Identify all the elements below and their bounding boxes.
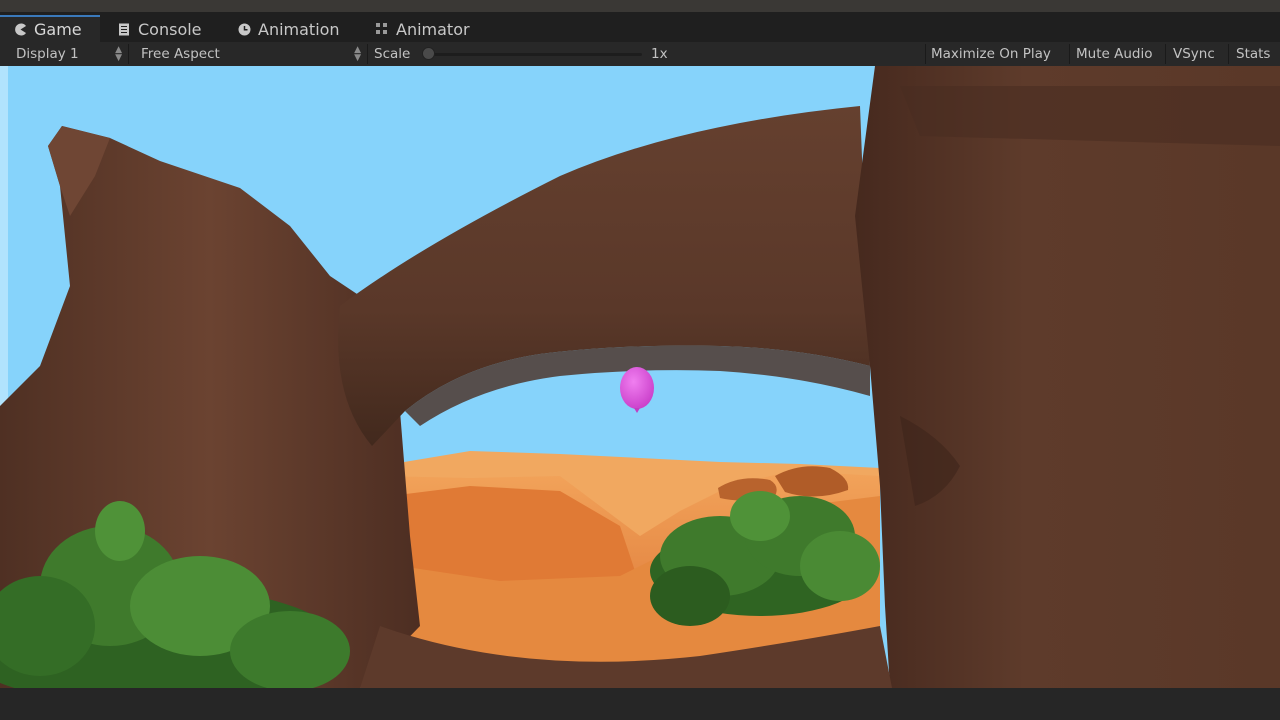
tab-bar: Game Console Animation Animator (0, 12, 1280, 42)
toolbar-divider (1165, 44, 1166, 64)
vsync-toggle[interactable]: VSync (1173, 42, 1215, 66)
scale-label-text: Scale (374, 46, 411, 62)
game-view-toolbar: Display 1 ▲ ▼ Free Aspect ▲ ▼ Scale 1x Max… (0, 42, 1280, 67)
sky-edge-glow (0, 66, 8, 406)
maximize-on-play-label: Maximize On Play (931, 46, 1051, 62)
display-value: Display 1 (16, 46, 79, 62)
right-rock-pillar (855, 66, 1280, 688)
toolbar-divider (1069, 44, 1070, 64)
toolbar-divider (1228, 44, 1229, 64)
toolbar-divider (925, 44, 926, 64)
tab-console[interactable]: Console (116, 16, 202, 42)
tab-console-label: Console (138, 19, 202, 39)
maximize-on-play-toggle[interactable]: Maximize On Play (931, 42, 1051, 66)
scale-label: Scale (374, 42, 410, 66)
tab-game[interactable]: Game (0, 15, 100, 42)
tab-animation-label: Animation (258, 19, 340, 39)
right-rock-top-shade (900, 86, 1280, 146)
stats-toggle[interactable]: Stats (1236, 42, 1270, 66)
dropdown-arrows-icon: ▲ ▼ (115, 45, 122, 63)
tab-animator[interactable]: Animator (374, 16, 470, 42)
scale-value: 1x (651, 42, 668, 66)
mute-audio-label: Mute Audio (1076, 46, 1153, 62)
tab-animator-label: Animator (396, 19, 470, 39)
bottom-status-bar (0, 688, 1280, 720)
game-viewport[interactable] (0, 66, 1280, 688)
tab-game-label: Game (34, 20, 82, 39)
clock-icon (236, 21, 252, 37)
console-icon (116, 21, 132, 37)
scale-slider-track[interactable] (430, 53, 642, 56)
animator-icon (374, 21, 390, 37)
stats-label: Stats (1236, 46, 1271, 62)
vsync-label: VSync (1173, 46, 1215, 62)
toolbar-divider (367, 44, 368, 64)
toolbar-divider (128, 44, 129, 64)
dropdown-arrows-icon: ▲ ▼ (354, 45, 361, 63)
pacman-icon (12, 22, 28, 38)
tab-animation[interactable]: Animation (236, 16, 340, 42)
scale-slider-thumb[interactable] (422, 47, 435, 60)
mute-audio-toggle[interactable]: Mute Audio (1076, 42, 1152, 66)
aspect-dropdown[interactable]: Free Aspect ▲ ▼ (141, 42, 363, 66)
scale-value-text: 1x (651, 46, 668, 62)
display-dropdown[interactable]: Display 1 ▲ ▼ (16, 42, 124, 66)
unity-editor: Game Console Animation Animator Display … (0, 0, 1280, 720)
game-scene (0, 66, 1280, 688)
aspect-value: Free Aspect (141, 46, 220, 62)
